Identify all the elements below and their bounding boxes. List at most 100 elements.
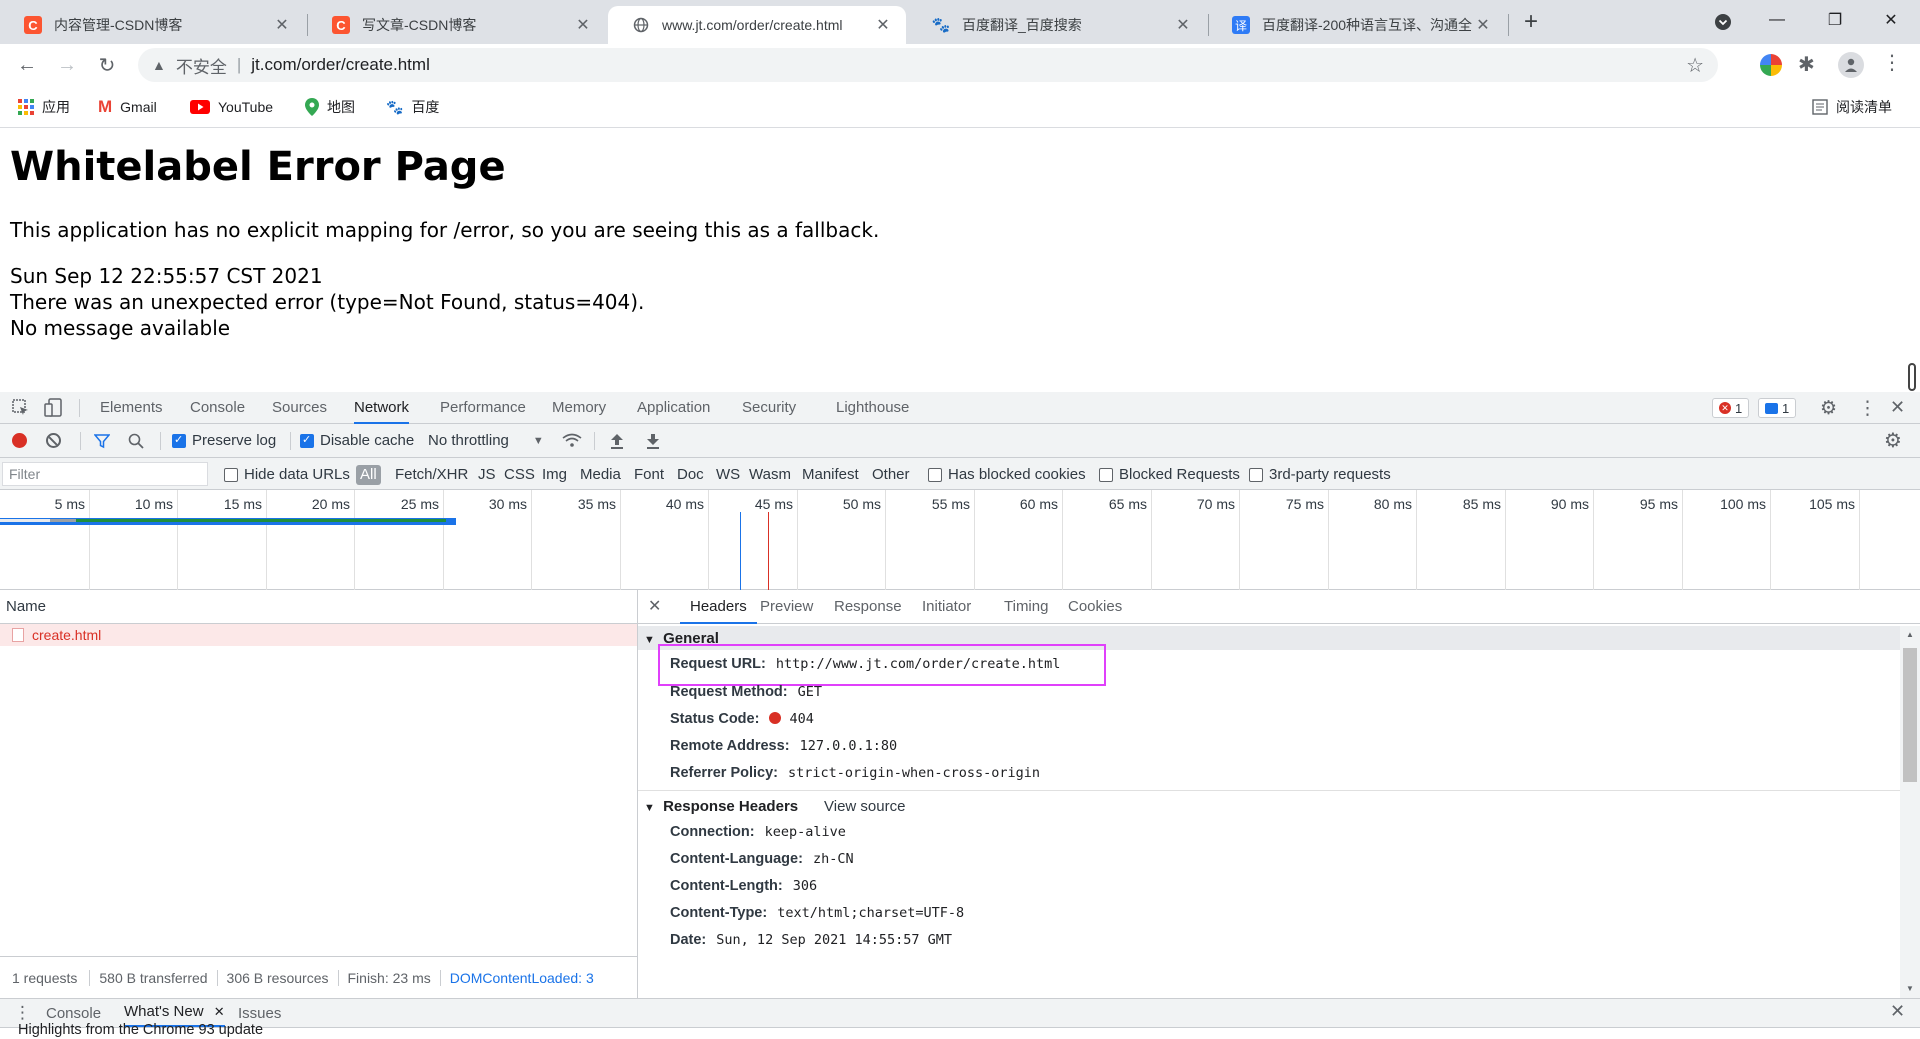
- menu-kebab-icon[interactable]: ⋮: [1882, 50, 1902, 75]
- search-icon[interactable]: [128, 424, 144, 457]
- back-arrow-icon[interactable]: ←: [12, 50, 42, 80]
- network-summary-bar: 1 requests 580 B transferred 306 B resou…: [0, 956, 637, 998]
- filter-type-doc[interactable]: Doc: [677, 465, 704, 485]
- filter-type-img[interactable]: Img: [542, 465, 567, 485]
- filter-type-js[interactable]: JS: [478, 465, 496, 485]
- bookmark-baidu[interactable]: 🐾 百度: [386, 96, 439, 118]
- filter-type-manifest[interactable]: Manifest: [802, 465, 859, 485]
- close-icon[interactable]: ✕: [1174, 15, 1192, 35]
- close-devtools-icon[interactable]: ✕: [1890, 397, 1905, 418]
- network-conditions-icon[interactable]: [562, 424, 582, 457]
- filter-type-font[interactable]: Font: [634, 465, 664, 485]
- settings-gear-icon[interactable]: ⚙: [1820, 397, 1837, 420]
- details-tab-preview[interactable]: Preview: [760, 590, 813, 624]
- devtools-tab-security[interactable]: Security: [742, 392, 796, 424]
- profile-avatar-icon[interactable]: [1838, 52, 1864, 78]
- star-bookmark-icon[interactable]: ☆: [1686, 53, 1704, 78]
- devtools-tab-network[interactable]: Network: [354, 392, 410, 424]
- preserve-log-checkbox[interactable]: Preserve log: [172, 424, 276, 457]
- bookmark-gmail[interactable]: M Gmail: [98, 96, 157, 118]
- tab-baidu-translate[interactable]: 译 百度翻译-200种语言互译、沟通全 ✕: [1208, 6, 1506, 44]
- scroll-up-icon[interactable]: ▲: [1906, 630, 1914, 639]
- record-button[interactable]: [12, 424, 27, 457]
- filter-input[interactable]: Filter: [2, 462, 208, 486]
- devtools-menu-icon[interactable]: ⋮: [1858, 397, 1877, 420]
- hide-data-urls-checkbox[interactable]: Hide data URLs: [224, 458, 350, 491]
- bookmark-youtube[interactable]: YouTube: [190, 96, 273, 118]
- import-har-icon[interactable]: [610, 424, 624, 457]
- view-source-link[interactable]: View source: [824, 798, 905, 815]
- export-har-icon[interactable]: [646, 424, 660, 457]
- tab-baidu-search[interactable]: 🐾 百度翻译_百度搜索 ✕: [908, 6, 1206, 44]
- details-tab-initiator[interactable]: Initiator: [922, 590, 971, 624]
- details-scrollbar[interactable]: ▲ ▼: [1900, 626, 1920, 998]
- close-icon[interactable]: ✕: [214, 1004, 225, 1019]
- tab-title: 百度翻译_百度搜索: [962, 17, 1082, 33]
- new-tab-button[interactable]: +: [1514, 8, 1548, 38]
- filter-type-other[interactable]: Other: [872, 465, 910, 485]
- details-tab-headers[interactable]: Headers: [680, 590, 757, 624]
- blocked-requests-checkbox[interactable]: Blocked Requests: [1099, 458, 1240, 491]
- tab-order-create[interactable]: www.jt.com/order/create.html ✕: [608, 6, 906, 44]
- tab-content-management[interactable]: C 内容管理-CSDN博客 ✕: [0, 6, 305, 44]
- bookmark-apps[interactable]: 应用: [18, 96, 70, 118]
- request-details-pane: ✕ Headers Preview Response Initiator Tim…: [638, 590, 1920, 998]
- disable-cache-checkbox[interactable]: Disable cache: [300, 424, 414, 457]
- devtools-tab-application[interactable]: Application: [637, 392, 710, 424]
- details-tab-response[interactable]: Response: [834, 590, 902, 624]
- devtools-tab-performance[interactable]: Performance: [440, 392, 526, 424]
- network-settings-gear-icon[interactable]: ⚙: [1884, 428, 1902, 453]
- request-row[interactable]: create.html: [0, 624, 637, 646]
- has-blocked-cookies-checkbox[interactable]: Has blocked cookies: [928, 458, 1086, 491]
- response-headers-section-header[interactable]: ▼ Response Headers View source: [638, 794, 1900, 818]
- filter-type-ws[interactable]: WS: [716, 465, 740, 485]
- close-icon[interactable]: ✕: [273, 15, 291, 35]
- page-scrollbar[interactable]: [1908, 363, 1916, 391]
- close-drawer-icon[interactable]: ✕: [1890, 1001, 1905, 1022]
- details-tab-cookies[interactable]: Cookies: [1068, 590, 1122, 624]
- timeline-tick-label: 105 ms: [1809, 496, 1855, 512]
- address-bar[interactable]: ▲ 不安全 | jt.com/order/create.html ☆: [138, 48, 1718, 82]
- filter-type-fetch-xhr[interactable]: Fetch/XHR: [395, 465, 468, 485]
- details-tab-timing[interactable]: Timing: [1004, 590, 1048, 624]
- filter-type-wasm[interactable]: Wasm: [749, 465, 791, 485]
- filter-type-css[interactable]: CSS: [504, 465, 535, 485]
- filter-type-all[interactable]: All: [356, 465, 381, 485]
- drawer-menu-icon[interactable]: ⋮: [14, 1003, 31, 1023]
- close-window-button[interactable]: ✕: [1862, 0, 1920, 40]
- forward-arrow-icon[interactable]: →: [52, 50, 82, 80]
- devtools-tab-elements[interactable]: Elements: [100, 392, 163, 424]
- device-toolbar-icon[interactable]: [44, 398, 64, 418]
- inspect-element-icon[interactable]: [12, 399, 30, 417]
- scrollbar-thumb[interactable]: [1903, 648, 1917, 782]
- message-count-badge[interactable]: 1: [1758, 398, 1797, 418]
- network-overview-timeline[interactable]: 5 ms 10 ms 15 ms 20 ms 25 ms 30 ms 35 ms 40 ms 4…: [0, 490, 1920, 590]
- third-party-requests-checkbox[interactable]: 3rd-party requests: [1249, 458, 1391, 491]
- timeline-tick-line: [1062, 490, 1063, 590]
- close-details-icon[interactable]: ✕: [648, 596, 661, 616]
- devtools-tab-memory[interactable]: Memory: [552, 392, 606, 424]
- tab-search-icon[interactable]: [1708, 8, 1738, 36]
- devtools-tab-console[interactable]: Console: [190, 392, 245, 424]
- tab-write-article[interactable]: C 写文章-CSDN博客 ✕: [308, 6, 606, 44]
- puzzle-extensions-icon[interactable]: ✱: [1798, 52, 1815, 77]
- restore-button[interactable]: ❐: [1806, 0, 1864, 40]
- devtools-tab-lighthouse[interactable]: Lighthouse: [836, 392, 909, 424]
- scroll-down-icon[interactable]: ▼: [1906, 984, 1914, 993]
- clear-button[interactable]: [46, 424, 61, 457]
- triangle-down-icon: ▼: [644, 634, 655, 646]
- reload-icon[interactable]: ↻: [92, 50, 122, 80]
- throttling-select[interactable]: No throttling ▼: [428, 424, 544, 457]
- name-column-header[interactable]: Name: [0, 590, 637, 624]
- extension-colorful-icon[interactable]: [1760, 54, 1782, 76]
- devtools-tab-sources[interactable]: Sources: [272, 392, 327, 424]
- close-icon[interactable]: ✕: [1474, 15, 1492, 35]
- filter-funnel-icon[interactable]: [94, 424, 110, 457]
- close-icon[interactable]: ✕: [574, 15, 592, 35]
- reading-list[interactable]: 阅读清单: [1812, 96, 1892, 118]
- close-icon[interactable]: ✕: [874, 15, 892, 35]
- error-count-badge[interactable]: ✕ 1: [1712, 398, 1750, 418]
- bookmark-maps[interactable]: 地图: [305, 96, 355, 118]
- filter-type-media[interactable]: Media: [580, 465, 621, 485]
- minimize-button[interactable]: —: [1748, 0, 1806, 40]
